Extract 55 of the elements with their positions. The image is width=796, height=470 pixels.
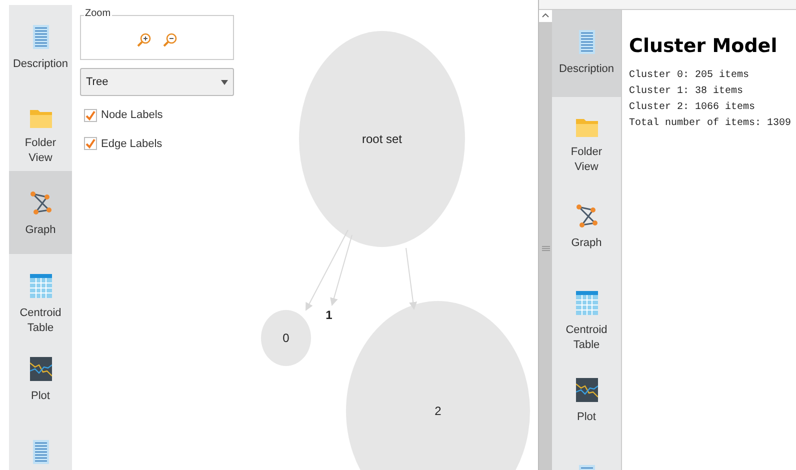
cluster-line: Cluster 1: 38 items — [629, 84, 744, 99]
checkbox[interactable] — [84, 108, 97, 122]
sidebar-item[interactable]: Centroid Table — [552, 271, 621, 358]
sidebar-item[interactable]: Plot — [552, 358, 621, 445]
cluster-line: Total number of items: 1309 — [629, 116, 792, 131]
sidebar-label: Centroid Table — [18, 306, 62, 336]
sidebar-item[interactable]: Folder View — [9, 88, 72, 171]
graph-node[interactable] — [299, 31, 465, 247]
scrollbar[interactable] — [539, 10, 552, 470]
node-label: 0 — [282, 331, 290, 345]
grip-icon[interactable] — [542, 246, 550, 251]
cluster-line: Cluster 0: 205 items — [629, 68, 750, 83]
sidebar-label: Description — [558, 62, 614, 77]
content-title: Cluster Model — [629, 34, 778, 58]
sidebar-item[interactable]: Graph — [9, 171, 72, 254]
graph-node[interactable] — [261, 310, 311, 366]
document-icon — [32, 440, 48, 464]
plot-icon — [30, 357, 52, 381]
graph-icon — [30, 191, 52, 215]
checkbox[interactable] — [84, 137, 97, 150]
sidebar-label: Plot — [576, 410, 597, 425]
graph-icon — [576, 204, 598, 228]
sidebar-item[interactable]: Description — [552, 10, 621, 97]
layout-dropdown[interactable]: Tree — [80, 68, 234, 96]
checkbox-label: Edge Labels — [101, 136, 162, 152]
sidebar-item[interactable]: Centroid Table — [9, 254, 72, 337]
cluster-line: Cluster 2: 1066 items — [629, 100, 756, 115]
sidebar-label: Plot — [30, 389, 51, 404]
zoom-in-icon[interactable] — [137, 32, 151, 46]
sidebar-label: Centroid Table — [564, 323, 608, 353]
scroll-up-icon[interactable] — [539, 10, 552, 22]
sidebar-label: Graph — [24, 223, 57, 238]
checkbox-label: Node Labels — [101, 108, 163, 123]
sidebar-label: Folder View — [570, 145, 604, 175]
document-icon — [578, 30, 594, 54]
folder-icon — [576, 117, 598, 137]
caret-icon — [221, 80, 228, 84]
sidebar-item[interactable]: Graph — [552, 184, 621, 271]
edge-arrow — [406, 248, 418, 310]
sidebar-item[interactable]: Plot — [9, 337, 72, 420]
node-label: root set — [362, 132, 402, 146]
sidebar-item[interactable]: Description — [9, 5, 72, 88]
node-label: 2 — [434, 404, 442, 418]
node-label: 1 — [326, 308, 332, 322]
sidebar-label: Folder View — [24, 136, 58, 166]
sidebar-item[interactable]: Folder View — [552, 97, 621, 184]
sidebar-label: Graph — [570, 236, 603, 251]
zoom-out-icon[interactable] — [163, 32, 177, 46]
folder-icon — [30, 108, 52, 128]
sidebar-label: Description — [12, 57, 68, 72]
plot-icon — [576, 378, 598, 402]
document-icon — [32, 25, 48, 49]
graph-node[interactable] — [346, 301, 530, 470]
table-icon — [30, 274, 52, 298]
table-icon — [576, 291, 598, 315]
